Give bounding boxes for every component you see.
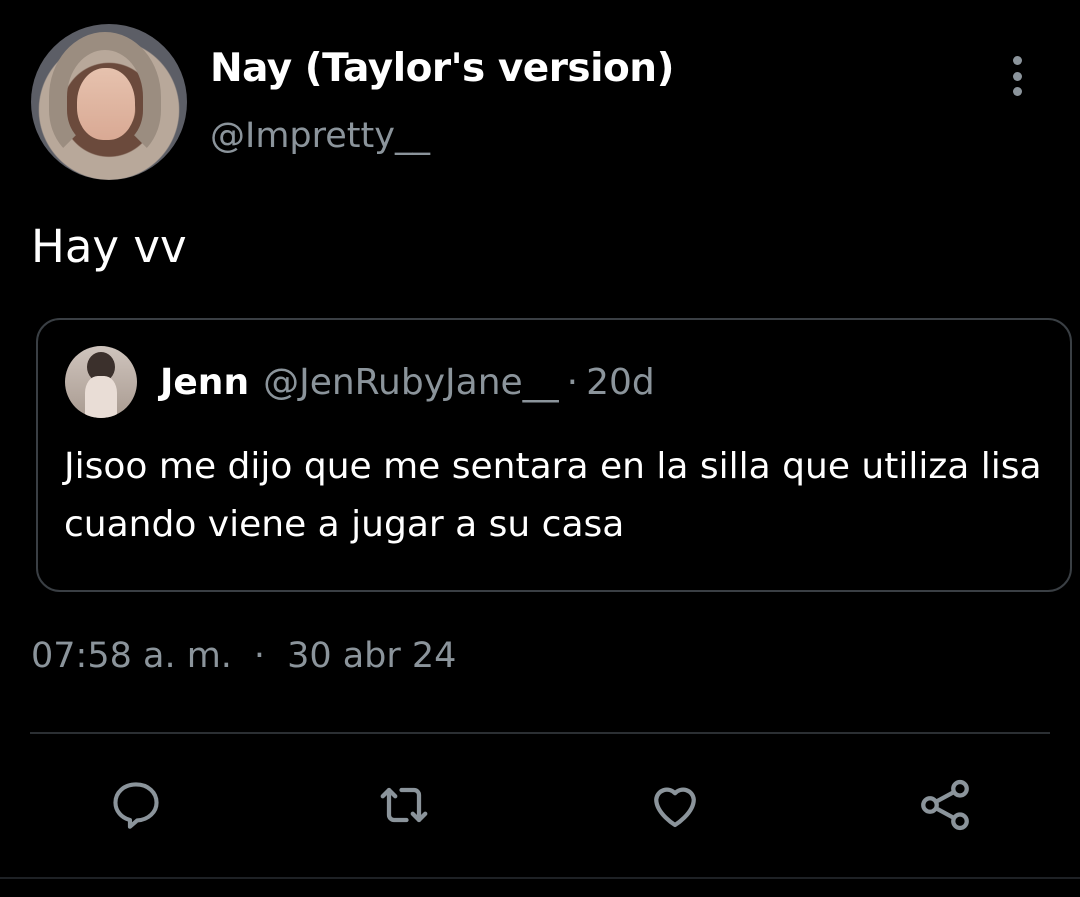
tweet-timestamp[interactable]: 07:58 a. m. · 30 abr 24 xyxy=(31,636,456,676)
author-display-name[interactable]: Nay (Taylor's version) xyxy=(210,46,674,91)
quoted-author-handle[interactable]: @JenRubyJane__ xyxy=(263,362,559,403)
divider xyxy=(30,732,1050,734)
author-handle[interactable]: @Impretty__ xyxy=(210,116,430,156)
retweet-button[interactable] xyxy=(369,770,439,840)
quoted-author-avatar[interactable] xyxy=(65,346,137,418)
action-bar xyxy=(0,770,1080,840)
more-dot-icon xyxy=(1012,87,1022,96)
reply-icon xyxy=(113,782,159,829)
tweet-date: 30 abr 24 xyxy=(287,636,457,676)
quoted-tweet-age: 20d xyxy=(586,362,655,403)
quoted-separator: · xyxy=(566,362,579,403)
tweet-time: 07:58 a. m. xyxy=(31,636,232,676)
quoted-tweet-card[interactable]: Jenn @JenRubyJane__ · 20d Jisoo me dijo … xyxy=(36,318,1072,592)
quoted-author-name[interactable]: Jenn xyxy=(160,362,249,403)
avatar-body-shape xyxy=(85,376,117,418)
more-dot-icon xyxy=(1012,56,1022,65)
avatar-face-shape xyxy=(77,68,135,140)
more-dot-icon xyxy=(1012,71,1022,81)
quoted-tweet-text: Jisoo me dijo que me sentara en la silla… xyxy=(64,446,1042,545)
reply-button[interactable] xyxy=(101,770,171,840)
bottom-divider xyxy=(0,877,1080,879)
share-button[interactable] xyxy=(910,770,980,840)
like-button[interactable] xyxy=(640,770,710,840)
quoted-tweet-header: Jenn @JenRubyJane__ · 20d xyxy=(160,362,655,403)
like-icon xyxy=(654,787,696,828)
tweet-text: Hay vv xyxy=(31,220,187,273)
more-options-button[interactable] xyxy=(1002,56,1032,96)
retweet-icon xyxy=(380,787,428,823)
timestamp-separator: · xyxy=(253,636,266,676)
author-avatar[interactable] xyxy=(31,24,187,180)
share-icon xyxy=(921,779,969,831)
